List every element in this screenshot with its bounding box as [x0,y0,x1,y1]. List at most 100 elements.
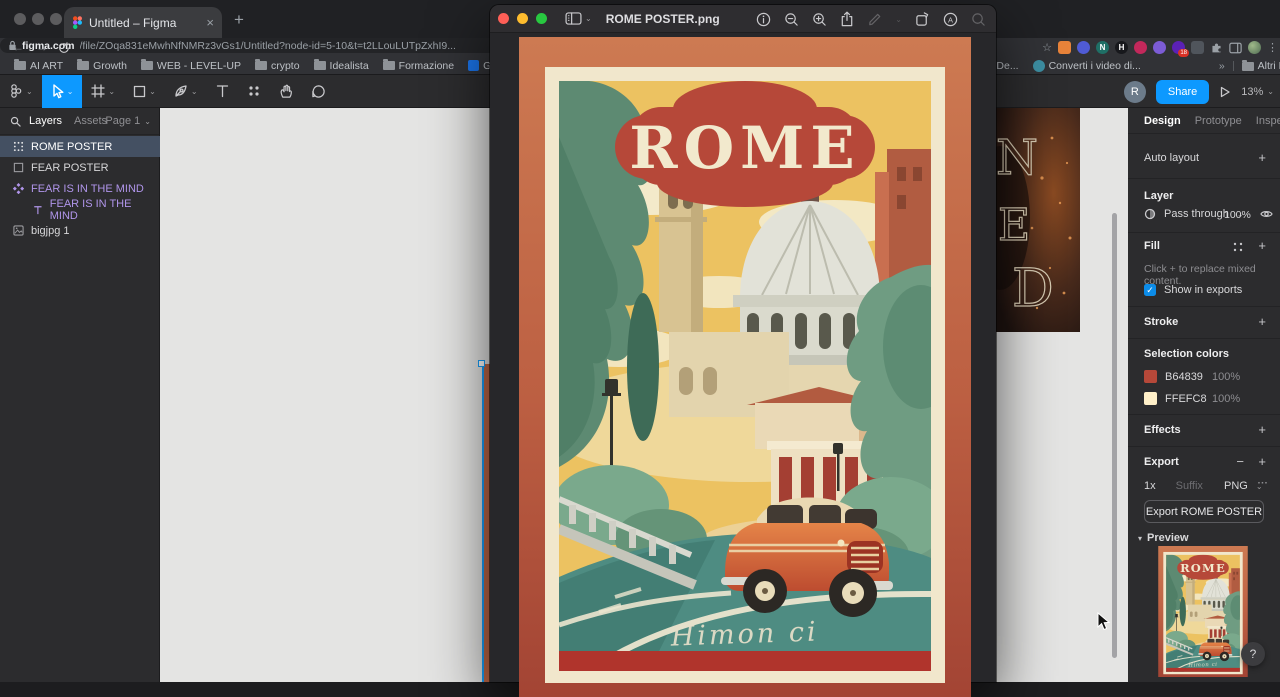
page-selector[interactable]: Page 1 ⌄ [105,115,151,127]
bookmark-item[interactable]: crypto [254,59,300,72]
fill-add-icon[interactable]: + [1258,238,1266,253]
resources-tool[interactable] [238,75,270,108]
move-tool[interactable]: ⌄ [41,74,83,108]
window-zoom-button[interactable] [536,13,547,24]
effects-add-icon[interactable]: + [1258,422,1266,437]
window-close-button[interactable] [498,13,509,24]
canvas-scrollbar[interactable] [1112,213,1117,658]
layer-row-rome-poster[interactable]: ROME POSTER [0,136,160,157]
tab-layers[interactable]: Layers [29,115,62,127]
bookmark-item[interactable]: AI ART [14,59,63,72]
tab-prototype[interactable]: Prototype [1195,115,1242,127]
reload-icon[interactable] [58,42,70,54]
export-suffix-input[interactable]: Suffix [1176,480,1203,492]
layer-row-component[interactable]: FEAR IS IN THE MIND [0,178,160,199]
extension-icon[interactable] [1191,41,1204,54]
extensions-puzzle-icon[interactable] [1210,41,1223,54]
preview-titlebar[interactable]: ⌄ ROME POSTER.png ⌄ A [490,5,996,33]
selection-color-row[interactable]: FFEFC8 [1144,392,1207,405]
layer-row-image[interactable]: bigjpg 1 [0,220,160,241]
forward-icon[interactable]: → [36,40,48,54]
tab-design[interactable]: Design [1144,115,1181,127]
selection-colors-label: Selection colors [1144,348,1229,360]
bookmarks-overflow-icon[interactable]: » [1219,60,1225,72]
browser-tab[interactable]: Untitled – Figma × [64,7,222,38]
extension-icon[interactable] [1077,41,1090,54]
share-icon[interactable] [840,11,854,27]
search-icon[interactable] [971,12,986,27]
new-tab-button[interactable]: + [234,10,244,30]
chevron-down-icon[interactable]: ⌄ [585,14,592,23]
browser-minimize-button[interactable] [32,13,44,25]
bookmark-item[interactable]: Idealista [313,59,369,72]
color-swatch[interactable] [1144,392,1157,405]
markup-chevron-icon[interactable]: ⌄ [895,15,902,24]
calendar-icon [468,60,480,71]
tab-assets[interactable]: Assets [74,115,107,127]
export-rome-poster-button[interactable]: Export ROME POSTER [1144,500,1264,523]
annotate-icon[interactable]: A [943,12,958,27]
back-icon[interactable]: ← [12,40,24,54]
zoom-out-icon[interactable] [784,12,799,27]
tab-inspect[interactable]: Inspect [1256,115,1280,127]
bookmark-item[interactable]: Converti i video di... [1032,60,1141,72]
layer-row-text[interactable]: FEAR IS IN THE MIND [0,198,160,222]
checkbox-checked[interactable]: ✓ [1144,284,1156,296]
zoom-control[interactable]: 13% ⌄ [1241,86,1274,98]
extension-icon[interactable]: N [1096,41,1109,54]
extension-icon[interactable]: H [1115,41,1128,54]
comment-tool[interactable] [302,75,335,108]
user-avatar[interactable]: R [1123,80,1146,103]
fill-styles-icon[interactable] [1232,241,1244,253]
text-tool[interactable] [207,75,238,108]
sidebar-toggle-icon[interactable] [565,12,582,25]
browser-menu-icon[interactable]: ⋮ [1267,41,1278,54]
figma-favicon [73,16,82,29]
extension-icon[interactable] [1153,41,1166,54]
bookmark-item[interactable]: WEB - LEVEL-UP [140,59,241,72]
browser-zoom-button[interactable] [50,13,62,25]
export-scale[interactable]: 1x [1144,480,1156,492]
color-swatch[interactable] [1144,370,1157,383]
markup-pencil-icon[interactable] [867,12,882,27]
visibility-eye-icon[interactable] [1260,209,1273,219]
frame-tool[interactable]: ⌄ [82,75,124,108]
search-icon[interactable] [10,116,21,127]
info-icon[interactable] [756,12,771,27]
export-remove-icon[interactable]: − [1236,454,1244,469]
extension-icon[interactable] [1134,41,1147,54]
window-minimize-button[interactable] [517,13,528,24]
hand-tool[interactable] [270,75,302,108]
extension-icon[interactable] [1058,41,1071,54]
tab-close-icon[interactable]: × [206,15,214,30]
bookmark-item[interactable]: Formazione [382,59,454,72]
bookmark-star-icon[interactable]: ☆ [1042,41,1052,54]
layer-row-fear-poster[interactable]: FEAR POSTER [0,157,160,178]
auto-layout-add-icon[interactable]: + [1258,150,1266,165]
extension-icon[interactable]: 18 [1172,41,1189,57]
preview-section-toggle[interactable]: ▾ Preview [1138,532,1189,544]
bookmark-item[interactable]: Growth [77,59,127,72]
rotate-icon[interactable] [915,11,930,27]
selection-handle[interactable] [478,360,485,367]
profile-avatar[interactable] [1248,41,1261,54]
export-add-icon[interactable]: + [1258,454,1266,469]
main-menu-button[interactable]: ⌄ [0,75,42,108]
share-button[interactable]: Share [1155,79,1210,104]
preview-window[interactable]: ⌄ ROME POSTER.png ⌄ A [490,5,996,682]
export-more-icon[interactable]: ··· [1258,477,1269,489]
zoom-in-icon[interactable] [812,12,827,27]
bookmark-item[interactable]: Altri Preferiti [1241,59,1280,72]
browser-close-button[interactable] [14,13,26,25]
pen-tool[interactable]: ⌄ [165,75,207,108]
shape-tool[interactable]: ⌄ [124,75,165,108]
stroke-add-icon[interactable]: + [1258,314,1266,329]
present-icon[interactable] [1219,86,1231,98]
selection-color-row[interactable]: B64839 [1144,370,1203,383]
fear-poster-fragment[interactable]: N E D [992,108,1080,332]
selected-frame-edge[interactable] [482,364,490,682]
show-in-exports-row[interactable]: ✓ Show in exports [1144,284,1242,296]
help-button[interactable]: ? [1241,642,1265,666]
layer-opacity-value[interactable]: 100% [1224,209,1251,221]
side-panel-icon[interactable] [1229,42,1242,54]
